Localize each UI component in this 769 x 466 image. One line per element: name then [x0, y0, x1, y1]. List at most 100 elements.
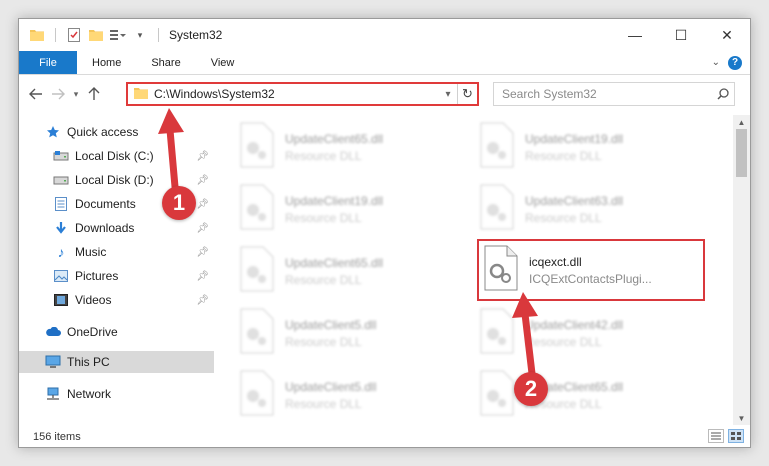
- drive-icon: [53, 172, 69, 188]
- refresh-icon[interactable]: ↻: [457, 84, 477, 104]
- file-tile[interactable]: UpdateClient63.dll Resource DLL: [479, 181, 699, 237]
- sidebar-item-label: Network: [67, 387, 112, 401]
- file-type: Resource DLL: [285, 210, 362, 225]
- file-type: Resource DLL: [525, 210, 602, 225]
- search-icon[interactable]: [712, 88, 734, 100]
- pin-icon[interactable]: 📌︎: [196, 199, 209, 210]
- address-bar[interactable]: C:\Windows\System32 ▾ ↻: [126, 82, 479, 106]
- file-tile[interactable]: UpdateClient65.dll Resource DLL: [239, 243, 459, 299]
- file-name: icqexct.dll: [529, 254, 582, 269]
- folder-icon: [134, 87, 148, 102]
- scrollbar-thumb[interactable]: [736, 129, 747, 177]
- up-button[interactable]: [83, 83, 105, 105]
- sidebar-item-this-pc[interactable]: This PC: [19, 351, 214, 373]
- dll-file-icon: [479, 184, 519, 234]
- annotation-marker-2: 2: [514, 372, 548, 406]
- sidebar-item-label: Quick access: [67, 125, 139, 139]
- scroll-up-icon[interactable]: ▲: [733, 115, 750, 129]
- sidebar-item-label: Music: [75, 245, 107, 259]
- details-view-icon[interactable]: [708, 429, 724, 443]
- file-type: Resource DLL: [285, 272, 362, 287]
- tab-view[interactable]: View: [196, 51, 250, 74]
- search-box[interactable]: [493, 82, 735, 106]
- tab-file[interactable]: File: [19, 51, 77, 74]
- pin-icon[interactable]: 📌︎: [196, 247, 209, 258]
- sidebar-item-label: Documents: [75, 197, 136, 211]
- forward-button[interactable]: [47, 83, 69, 105]
- annotation-marker-1: 1: [162, 186, 196, 220]
- expand-ribbon-icon[interactable]: ⌄: [712, 57, 720, 68]
- quick-access-toolbar: ▾: [19, 27, 163, 43]
- address-row: ▾ C:\Windows\System32 ▾ ↻: [19, 79, 750, 109]
- tiles-view-icon[interactable]: [728, 429, 744, 443]
- sidebar-item-music[interactable]: ♪ Music 📌︎: [19, 241, 214, 263]
- pin-icon[interactable]: 📌︎: [196, 223, 209, 234]
- sidebar-item-onedrive[interactable]: OneDrive: [19, 321, 214, 343]
- drive-icon: [53, 148, 69, 164]
- address-path[interactable]: C:\Windows\System32: [154, 87, 439, 101]
- scroll-down-icon[interactable]: ▼: [733, 411, 750, 425]
- file-name: UpdateClient63.dll: [525, 193, 624, 208]
- sidebar-item-label: Downloads: [75, 221, 135, 235]
- pictures-icon: [53, 268, 69, 284]
- customize-toolbar-icon[interactable]: [110, 27, 126, 43]
- minimize-button[interactable]: —: [612, 19, 658, 51]
- chevron-down-icon: ▾: [73, 88, 79, 99]
- dll-file-icon: [479, 122, 519, 172]
- sidebar-item-downloads[interactable]: Downloads 📌︎: [19, 217, 214, 239]
- annotation-arrow-2: [512, 292, 538, 384]
- item-count: 156 items: [33, 431, 81, 443]
- computer-icon: [45, 354, 61, 370]
- close-button[interactable]: ✕: [704, 19, 750, 51]
- file-name: UpdateClient65.dll: [285, 131, 384, 146]
- dll-file-icon: [239, 370, 279, 420]
- file-type: Resource DLL: [285, 396, 362, 411]
- file-list: UpdateClient65.dll Resource DLL UpdateCli…: [219, 115, 731, 425]
- back-arrow-icon: [29, 88, 42, 100]
- ribbon-right: ⌄ ?: [712, 51, 750, 74]
- vertical-scrollbar[interactable]: ▲ ▼: [733, 115, 750, 425]
- file-tile[interactable]: UpdateClient19.dll Resource DLL: [479, 119, 699, 175]
- file-type: Resource DLL: [285, 148, 362, 163]
- help-icon[interactable]: ?: [728, 55, 742, 70]
- file-name: UpdateClient5.dll: [285, 379, 377, 394]
- address-dropdown-icon[interactable]: ▾: [439, 89, 457, 100]
- sidebar-item-label: OneDrive: [67, 325, 118, 339]
- star-icon: [45, 124, 61, 140]
- cloud-icon: [45, 324, 61, 340]
- back-button[interactable]: [25, 83, 47, 105]
- sidebar-item-network[interactable]: Network: [19, 383, 214, 405]
- sidebar-item-label: Videos: [75, 293, 112, 307]
- file-name: UpdateClient65.dll: [285, 255, 384, 270]
- maximize-button[interactable]: ☐: [658, 19, 704, 51]
- file-tile[interactable]: UpdateClient65.dll Resource DLL: [239, 119, 459, 175]
- recent-locations-button[interactable]: ▾: [69, 83, 83, 105]
- file-name: UpdateClient19.dll: [525, 131, 624, 146]
- pin-icon[interactable]: 📌︎: [196, 295, 209, 306]
- window-title: System32: [169, 28, 223, 42]
- search-input[interactable]: [502, 87, 712, 101]
- file-tile[interactable]: UpdateClient19.dll Resource DLL: [239, 181, 459, 237]
- sidebar-item-label: This PC: [67, 355, 110, 369]
- explorer-window: ▾ System32 — ☐ ✕ File Home Share View ⌄ …: [18, 18, 751, 448]
- file-type: Resource DLL: [285, 334, 362, 349]
- file-tile[interactable]: UpdateClient5.dll Resource DLL: [239, 367, 459, 423]
- pin-icon[interactable]: 📌︎: [196, 271, 209, 282]
- new-folder-icon[interactable]: [88, 27, 104, 43]
- file-tile[interactable]: UpdateClient5.dll Resource DLL: [239, 305, 459, 361]
- toolbar-separator: [55, 28, 56, 42]
- dll-file-icon: [239, 308, 279, 358]
- dll-file-icon: [239, 184, 279, 234]
- documents-icon: [53, 196, 69, 212]
- dll-file-icon: [239, 246, 279, 296]
- dll-file-icon: [239, 122, 279, 172]
- sidebar-item-videos[interactable]: Videos 📌︎: [19, 289, 214, 311]
- properties-icon[interactable]: [66, 27, 82, 43]
- sidebar-item-pictures[interactable]: Pictures 📌︎: [19, 265, 214, 287]
- file-name: UpdateClient5.dll: [285, 317, 377, 332]
- tab-home[interactable]: Home: [77, 51, 136, 74]
- chevron-down-icon[interactable]: ▾: [132, 27, 148, 43]
- file-type: Resource DLL: [525, 148, 602, 163]
- tab-share[interactable]: Share: [136, 51, 195, 74]
- videos-icon: [53, 292, 69, 308]
